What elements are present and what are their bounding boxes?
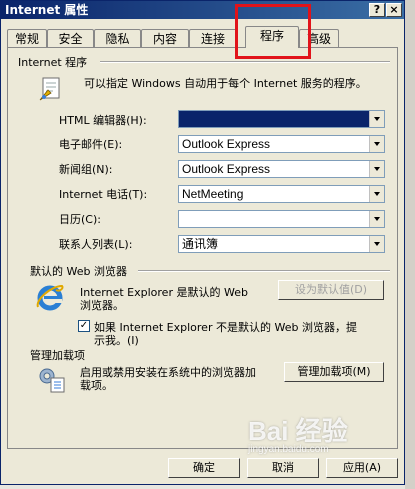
programs-document-icon (39, 77, 60, 101)
tab-general[interactable]: 常规 (7, 29, 47, 47)
chevron-down-icon[interactable] (369, 136, 384, 152)
close-button[interactable]: × (386, 3, 402, 17)
html-editor-label: HTML 编辑器(H): (59, 114, 147, 127)
prompt-default-label-cont: 示我。(I) (94, 334, 139, 347)
tab-security[interactable]: 安全 (47, 29, 94, 47)
set-default-button[interactable]: 设为默认值(D) (278, 280, 384, 300)
tab-privacy[interactable]: 隐私 (94, 29, 141, 47)
calendar-select[interactable] (178, 210, 385, 228)
watermark-url: jingyan.baidu.com (248, 444, 329, 455)
internet-programs-title: Internet 程序 (18, 54, 92, 70)
prompt-default-checkbox[interactable]: ✓ (78, 320, 90, 332)
addons-title: 管理加载项 (30, 347, 89, 363)
contacts-value: 通讯簿 (182, 237, 219, 251)
contacts-label: 联系人列表(L): (59, 238, 133, 251)
internet-explorer-icon (36, 284, 64, 311)
window-title: Internet 属性 (5, 3, 89, 17)
tab-connections[interactable]: 连接 (189, 29, 237, 47)
chevron-down-icon[interactable] (369, 236, 384, 252)
internet-call-select[interactable]: NetMeeting (178, 185, 385, 203)
chevron-down-icon[interactable] (369, 186, 384, 202)
newsgroup-select[interactable]: Outlook Express (178, 160, 385, 178)
chevron-down-icon[interactable] (369, 211, 384, 227)
internet-call-label: Internet 电话(T): (59, 188, 148, 201)
addons-gear-icon (39, 368, 65, 393)
group-divider (100, 61, 390, 63)
highlight-box (235, 4, 311, 59)
internet-call-value: NetMeeting (182, 187, 244, 201)
contacts-select[interactable]: 通讯簿 (178, 235, 385, 253)
default-browser-status-cont: 浏览器。 (80, 299, 124, 312)
html-editor-select[interactable] (178, 110, 385, 128)
calendar-label: 日历(C): (59, 213, 101, 226)
tab-content[interactable]: 内容 (141, 29, 189, 47)
email-value: Outlook Express (182, 137, 271, 151)
chevron-down-icon[interactable] (369, 161, 384, 177)
newsgroup-label: 新闻组(N): (59, 163, 113, 176)
email-label: 电子邮件(E): (59, 138, 123, 151)
internet-properties-dialog: Internet 属性 ? × 常规 安全 隐私 内容 连接 程序 高级 Int… (0, 0, 405, 485)
default-browser-title: 默认的 Web 浏览器 (30, 263, 131, 279)
newsgroup-value: Outlook Express (182, 162, 271, 176)
group-divider (138, 270, 390, 272)
ok-button[interactable]: 确定 (168, 458, 240, 478)
baidu-watermark: Bai 经验 jingyan.baidu.com (248, 418, 408, 468)
manage-addons-button[interactable]: 管理加载项(M) (284, 362, 384, 382)
programs-panel: Internet 程序 可以指定 Windows 自动用于每个 Internet… (7, 47, 398, 449)
chevron-down-icon[interactable] (369, 111, 384, 127)
title-bar: Internet 属性 ? × (1, 1, 404, 19)
addons-description-cont: 载项。 (80, 379, 113, 392)
help-button[interactable]: ? (369, 3, 385, 17)
background-strip (405, 0, 415, 489)
internet-programs-description: 可以指定 Windows 自动用于每个 Internet 服务的程序。 (84, 77, 367, 90)
email-select[interactable]: Outlook Express (178, 135, 385, 153)
watermark-text: Bai 经验 (248, 416, 348, 446)
